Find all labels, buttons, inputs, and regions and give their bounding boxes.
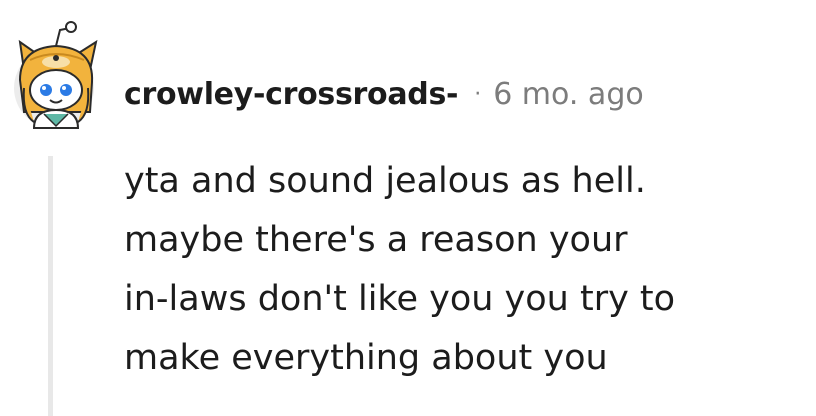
- comment-timestamp[interactable]: 6 mo. ago: [493, 77, 644, 112]
- snoo-doge-avatar-icon: [14, 21, 98, 129]
- comment-body: yta and sound jealous as hell. maybe the…: [124, 152, 794, 388]
- thread-collapse-line[interactable]: [48, 156, 53, 416]
- comment-text-line: in-laws don't like you you try to: [124, 279, 676, 319]
- meta-separator: ·: [474, 81, 482, 107]
- user-avatar[interactable]: [10, 18, 102, 130]
- comment-meta: crowley-crossroads- · 6 mo. ago: [124, 72, 644, 116]
- comment: crowley-crossroads- · 6 mo. ago yta and …: [0, 0, 816, 416]
- comment-text-line: maybe there's a reason your: [124, 220, 628, 260]
- comment-text-line: yta and sound jealous as hell.: [124, 161, 646, 201]
- author-username[interactable]: crowley-crossroads-: [124, 77, 458, 112]
- comment-text-line: make everything about you: [124, 338, 608, 378]
